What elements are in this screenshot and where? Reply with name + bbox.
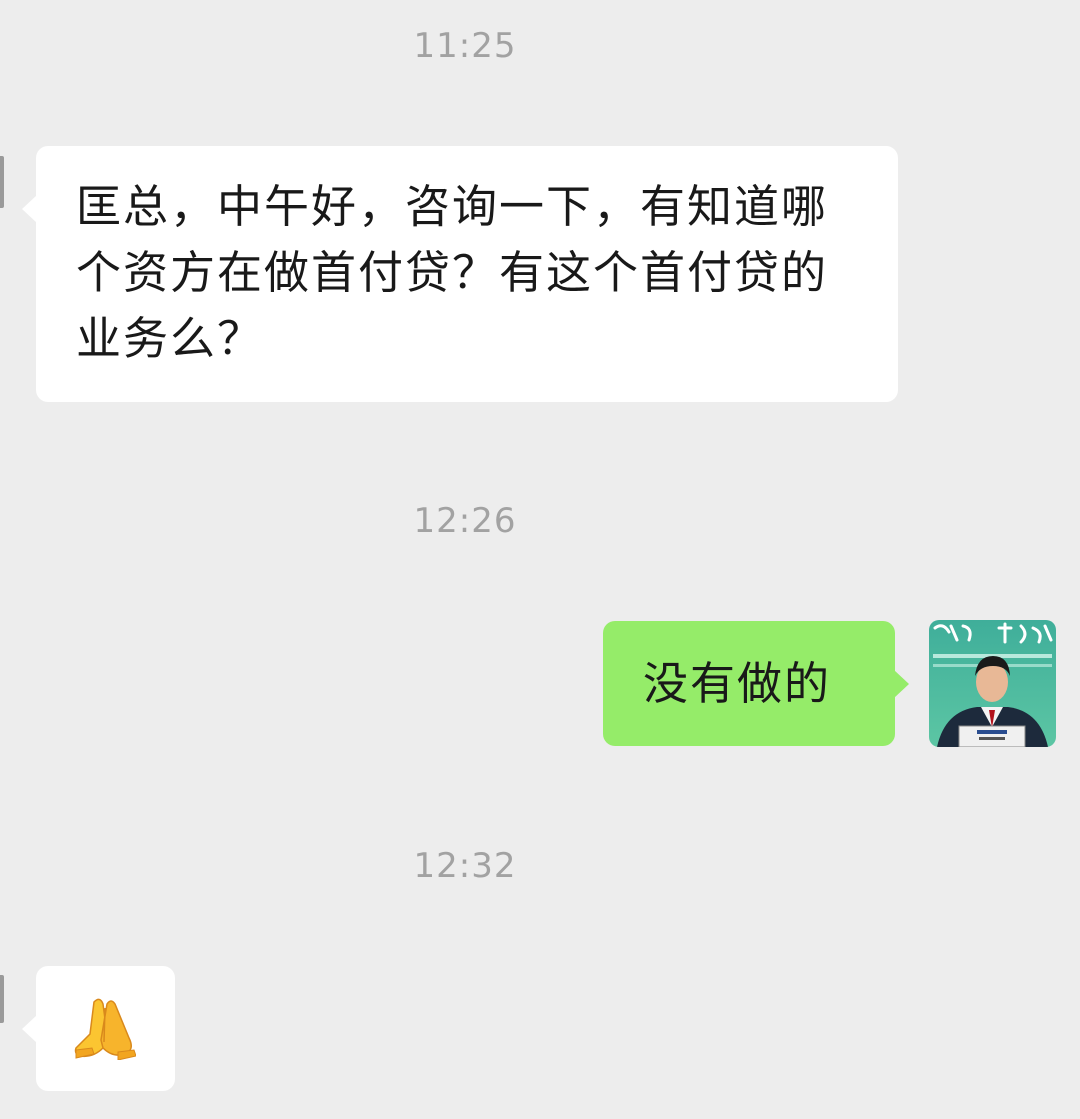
incoming-message-bubble[interactable]: 匡总，中午好，咨询一下，有知道哪个资方在做首付贷？有这个首付贷的业务么？ [22, 146, 898, 402]
outgoing-message-bubble[interactable]: 没有做的 [603, 621, 909, 746]
folded-hands-icon [74, 998, 136, 1060]
incoming-message-bubble[interactable] [22, 966, 175, 1091]
edge-marker [0, 156, 4, 208]
message-timestamp: 12:32 [413, 846, 517, 886]
avatar-image [929, 620, 1056, 747]
bubble-tail [894, 670, 909, 698]
message-text: 没有做的 [643, 657, 832, 710]
message-timestamp: 12:26 [413, 501, 517, 541]
user-avatar[interactable] [929, 620, 1056, 747]
message-text: 匡总，中午好，咨询一下，有知道哪个资方在做首付贷？有这个首付贷的业务么？ [76, 180, 829, 365]
message-timestamp: 11:25 [413, 26, 517, 66]
bubble-tail [22, 195, 37, 223]
edge-marker [0, 975, 4, 1023]
bubble-tail [22, 1015, 37, 1043]
